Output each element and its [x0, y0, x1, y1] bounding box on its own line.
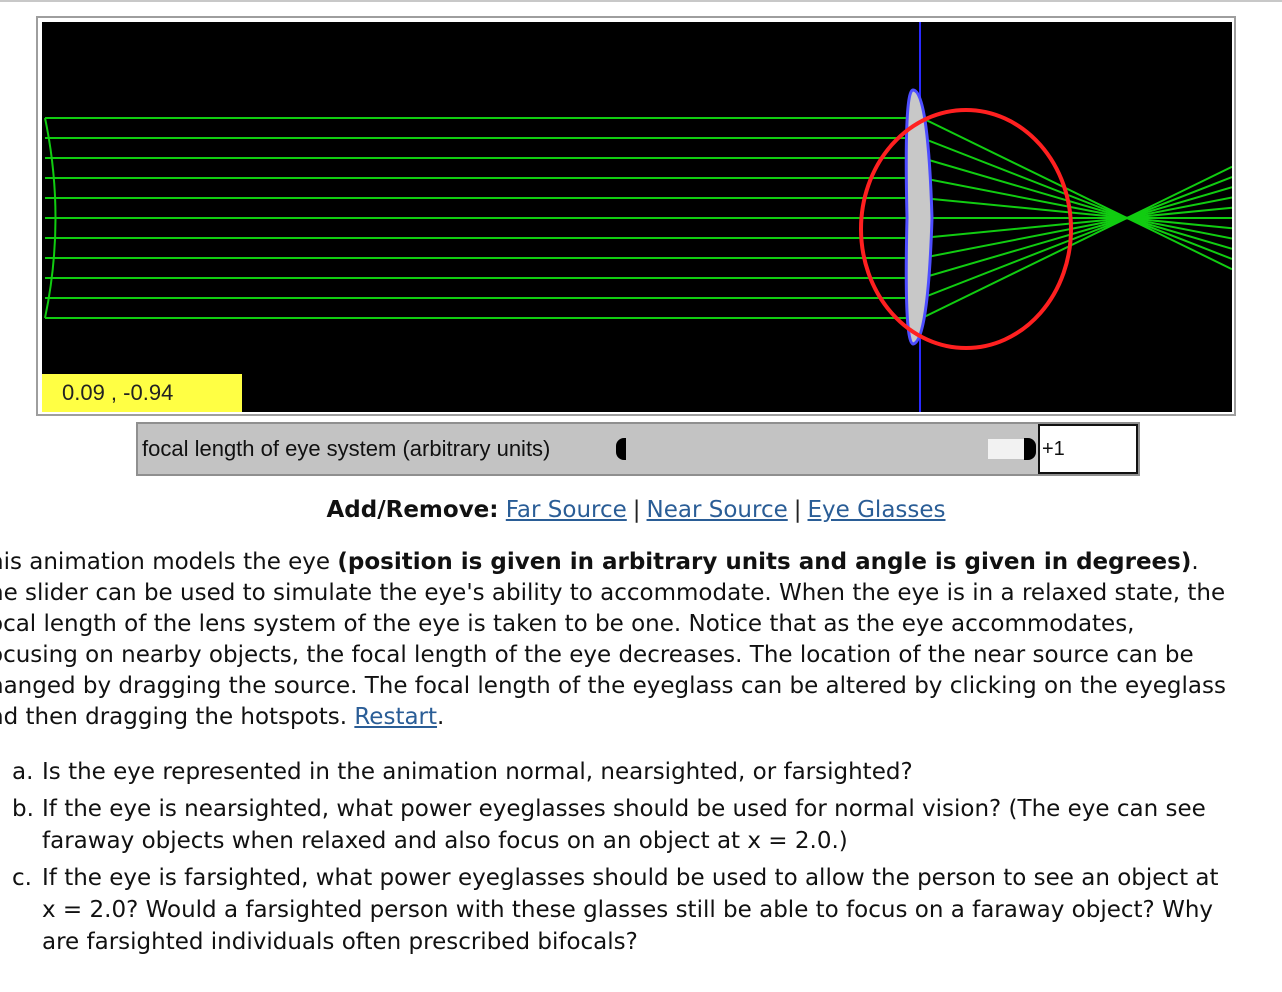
optics-diagram[interactable] — [42, 22, 1232, 412]
slider-track[interactable] — [988, 439, 1026, 459]
add-remove-bar: Add/Remove: Far Source | Near Source | Eye G… — [0, 497, 1272, 523]
add-remove-label: Add/Remove: — [326, 497, 499, 523]
slider-thumb[interactable] — [1024, 438, 1036, 460]
question-item: c. If the eye is farsighted, what power … — [0, 862, 1282, 958]
description-text: his animation models the eye — [0, 549, 338, 575]
question-text: Is the eye represented in the animation … — [42, 759, 913, 785]
top-rule — [0, 0, 1282, 2]
description-line: nd then dragging the hotspots. Restart. — [0, 702, 1282, 733]
description-line: hanged by dragging the source. The focal… — [0, 673, 1226, 699]
light-rays — [45, 117, 1232, 319]
description-line: ocusing on nearby objects, the focal len… — [0, 642, 1194, 668]
light-ray — [45, 206, 1232, 239]
light-ray — [45, 196, 1232, 259]
separator: | — [793, 497, 802, 523]
near-source-link[interactable]: Near Source — [647, 497, 788, 523]
simulation-canvas[interactable]: 0.09 , -0.94 — [42, 22, 1232, 412]
eye-glasses-link[interactable]: Eye Glasses — [808, 497, 946, 523]
description: his animation models the eye (position i… — [0, 547, 1282, 733]
question-item: a. Is the eye represented in the animati… — [0, 756, 1282, 788]
description-line: ocal length of the lens system of the ey… — [0, 611, 1135, 637]
description-text: . — [1191, 549, 1199, 575]
simulation-frame: 0.09 , -0.94 — [36, 16, 1236, 416]
question-text: If the eye is farsighted, what power eye… — [42, 865, 1219, 891]
focal-length-value-field[interactable]: +1 — [1038, 424, 1138, 474]
question-letter: b. — [12, 796, 34, 822]
question-text: faraway objects when relaxed and also fo… — [42, 828, 848, 854]
question-list: a. Is the eye represented in the animati… — [0, 756, 1282, 963]
separator: | — [632, 497, 641, 523]
far-source-link[interactable]: Far Source — [506, 497, 627, 523]
slider-label: focal length of eye system (arbitrary un… — [142, 436, 551, 461]
restart-link[interactable]: Restart — [354, 704, 437, 730]
description-text: nd then dragging the hotspots. — [0, 704, 355, 730]
description-line: he slider can be used to simulate the ey… — [0, 580, 1226, 606]
description-bold-text: (position is given in arbitrary units an… — [337, 549, 1192, 575]
question-text: x = 2.0? Would a farsighted person with … — [42, 897, 1214, 923]
coordinate-readout: 0.09 , -0.94 — [42, 374, 242, 412]
question-text: If the eye is nearsighted, what power ey… — [42, 796, 1206, 822]
slider-track-start[interactable] — [616, 438, 626, 460]
question-text: are farsighted individuals often prescri… — [42, 929, 638, 955]
light-ray — [45, 177, 1232, 240]
question-letter: c. — [12, 865, 32, 891]
focal-length-slider-panel: focal length of eye system (arbitrary un… — [136, 422, 1140, 476]
question-item: b. If the eye is nearsighted, what power… — [0, 793, 1282, 857]
question-letter: a. — [12, 759, 34, 785]
light-ray — [45, 197, 1232, 230]
eye-ball[interactable] — [859, 108, 1073, 350]
description-text: . — [437, 704, 445, 730]
description-line: his animation models the eye (position i… — [0, 547, 1282, 578]
